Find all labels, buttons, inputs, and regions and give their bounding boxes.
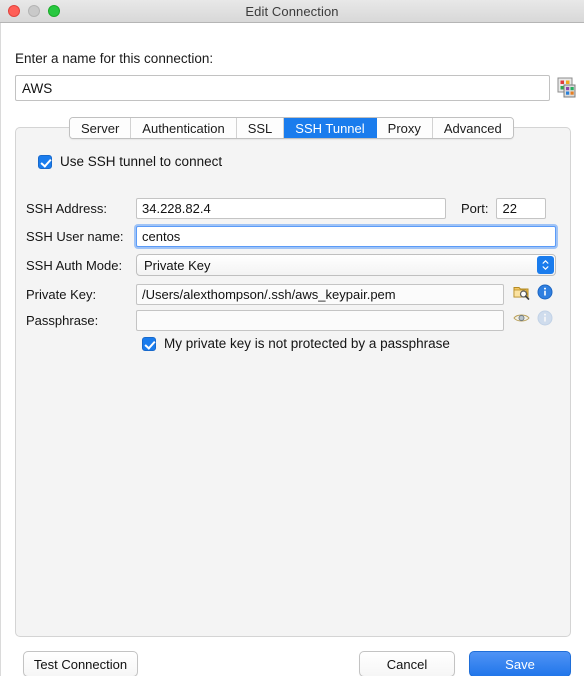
private-key-row: Private Key: <box>26 284 553 305</box>
dialog-footer: Test Connection Cancel Save <box>1 651 584 676</box>
tab-authentication[interactable]: Authentication <box>131 118 237 138</box>
folder-search-icon[interactable] <box>513 284 530 305</box>
use-ssh-tunnel-label: Use SSH tunnel to connect <box>60 154 223 169</box>
tab-ssl[interactable]: SSL <box>236 118 285 138</box>
close-button[interactable] <box>8 5 20 17</box>
ssh-auth-mode-value: Private Key <box>144 257 211 273</box>
title-bar: Edit Connection <box>0 0 584 23</box>
use-ssh-tunnel-checkbox[interactable] <box>38 154 52 169</box>
window-controls <box>8 5 60 17</box>
cancel-button[interactable]: Cancel <box>359 651 455 676</box>
save-button[interactable]: Save <box>469 651 571 676</box>
color-palette-icon[interactable] <box>557 77 577 99</box>
ssh-username-label: SSH User name: <box>26 229 124 244</box>
tab-ssh-tunnel[interactable]: SSH Tunnel <box>284 118 377 138</box>
no-passphrase-checkbox[interactable] <box>142 336 156 351</box>
private-key-label: Private Key: <box>26 287 97 302</box>
tab-server[interactable]: Server <box>70 118 132 138</box>
minimize-button[interactable] <box>28 5 40 17</box>
window-title: Edit Connection <box>245 3 339 19</box>
tab-proxy[interactable]: Proxy <box>376 118 433 138</box>
tab-advanced[interactable]: Advanced <box>432 118 513 138</box>
info-icon-passphrase[interactable] <box>537 310 553 331</box>
port-label: Port: <box>461 201 489 216</box>
eye-icon[interactable] <box>513 311 530 330</box>
test-connection-button[interactable]: Test Connection <box>23 651 138 676</box>
connection-name-label: Enter a name for this connection: <box>15 51 214 66</box>
passphrase-label: Passphrase: <box>26 313 99 328</box>
tab-bar[interactable]: Server Authentication SSL SSH Tunnel Pro… <box>69 117 514 139</box>
edit-connection-window: Edit Connection Enter a name for this co… <box>0 0 584 676</box>
ssh-username-input[interactable] <box>136 226 556 247</box>
maximize-button[interactable] <box>48 5 60 17</box>
passphrase-input[interactable] <box>136 310 504 331</box>
ssh-address-input[interactable] <box>136 198 446 219</box>
port-input[interactable] <box>496 198 547 219</box>
ssh-address-row: SSH Address: Port: <box>26 198 547 219</box>
ssh-tunnel-panel: Use SSH tunnel to connect SSH Address: P… <box>15 127 571 637</box>
private-key-input[interactable] <box>136 284 504 305</box>
info-icon[interactable] <box>537 284 553 305</box>
use-ssh-tunnel-row[interactable]: Use SSH tunnel to connect <box>38 154 222 169</box>
no-passphrase-row[interactable]: My private key is not protected by a pas… <box>142 336 450 351</box>
ssh-auth-mode-row: SSH Auth Mode: Private Key <box>26 254 556 276</box>
ssh-auth-mode-label: SSH Auth Mode: <box>26 257 123 273</box>
chevron-updown-icon[interactable] <box>537 256 554 274</box>
passphrase-row: Passphrase: <box>26 310 553 331</box>
ssh-address-label: SSH Address: <box>26 201 107 216</box>
no-passphrase-label: My private key is not protected by a pas… <box>164 336 450 351</box>
ssh-username-row: SSH User name: <box>26 226 556 247</box>
dialog-body: Enter a name for this connection: Server… <box>0 23 584 676</box>
ssh-auth-mode-select[interactable]: Private Key <box>136 254 556 276</box>
connection-name-input[interactable] <box>15 75 550 101</box>
